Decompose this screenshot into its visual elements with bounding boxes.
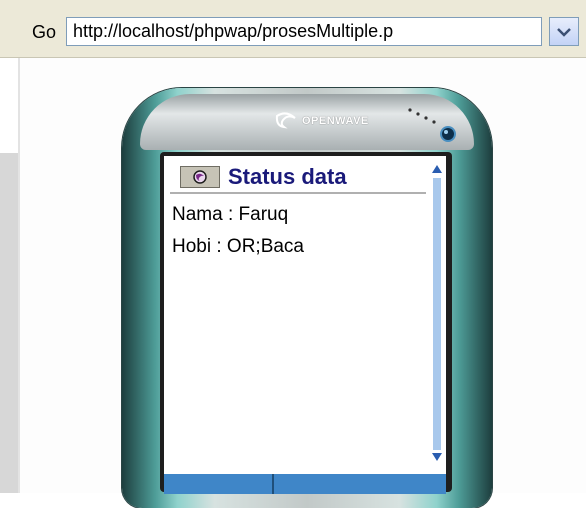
left-panel	[0, 153, 18, 493]
card-icon	[180, 166, 220, 188]
openwave-logo-icon	[275, 112, 296, 129]
url-input[interactable]	[66, 17, 542, 46]
phone-simulator: OPENWAVE Status data Nama : Faruq Hobi :…	[122, 88, 492, 508]
brand-logo: OPENWAVE	[274, 112, 369, 130]
screen-title-row: Status data	[170, 162, 426, 194]
speaker-icon	[408, 108, 456, 142]
scroll-up-arrow-icon[interactable]	[430, 162, 444, 176]
scroll-track[interactable]	[433, 178, 441, 450]
phone-top-bezel: OPENWAVE	[140, 94, 474, 150]
softkey-divider	[272, 474, 274, 494]
left-panel-top	[0, 58, 18, 153]
scroll-down-arrow-icon[interactable]	[430, 450, 444, 464]
softkey-bar[interactable]	[164, 474, 446, 494]
chevron-down-icon	[557, 27, 571, 37]
url-dropdown-button[interactable]	[549, 17, 579, 46]
screen-scrollbar[interactable]	[430, 162, 444, 462]
go-label[interactable]: Go	[32, 22, 56, 43]
hobi-line: Hobi : OR;Baca	[172, 236, 304, 257]
screen-title: Status data	[228, 164, 347, 189]
address-bar: Go	[0, 0, 586, 58]
phone-screen: Status data Nama : Faruq Hobi : OR;Baca	[164, 156, 446, 474]
nama-line: Nama : Faruq	[172, 204, 289, 225]
brand-text: OPENWAVE	[302, 115, 369, 127]
